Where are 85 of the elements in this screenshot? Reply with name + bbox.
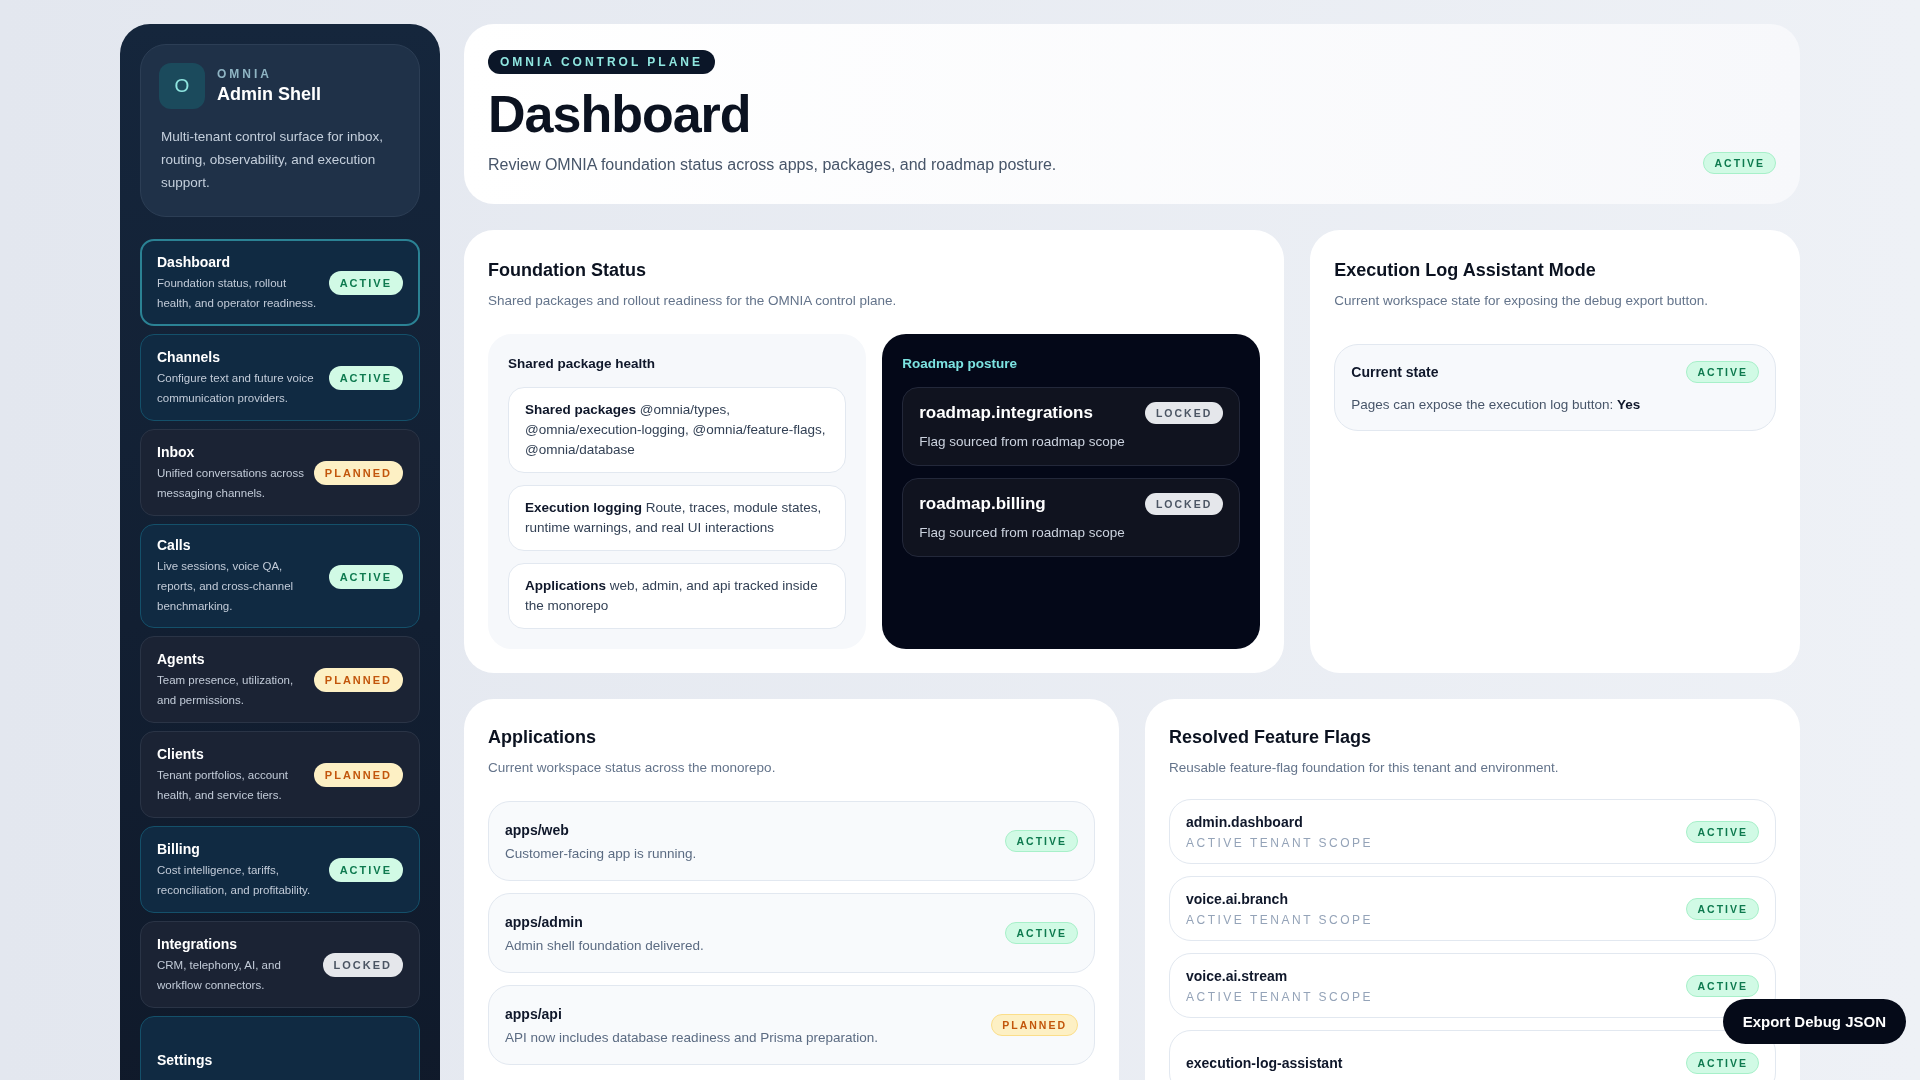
status-badge: ACTIVE bbox=[328, 564, 403, 589]
flag-name: voice.ai.branch bbox=[1186, 890, 1289, 907]
nav-item[interactable]: Dashboard Foundation status, rollout health, and operator readiness. ACTIVE bbox=[140, 239, 420, 326]
card-title: Execution Log Assistant Mode bbox=[1334, 260, 1597, 281]
card-subtitle: Current workspace state for exposing the debug export button. bbox=[1334, 293, 1710, 308]
nav-label: Agents bbox=[157, 650, 206, 667]
flag-name: execution-log-assistant bbox=[1186, 1054, 1343, 1071]
status-badge: LOCKED bbox=[1144, 402, 1224, 424]
nav-label: Dashboard bbox=[157, 253, 232, 270]
app-name: apps/web bbox=[505, 821, 570, 838]
brand-description: Multi-tenant control surface for inbox, routing, observability, and execution support. bbox=[161, 128, 385, 192]
app-description: API now includes database readiness and Prisma preparation. bbox=[505, 1029, 878, 1045]
flag-name: voice.ai.stream bbox=[1186, 967, 1289, 984]
status-badge: ACTIVE bbox=[328, 271, 403, 295]
flag-scope: ACTIVE TENANT SCOPE bbox=[1186, 835, 1374, 850]
status-badge: ACTIVE bbox=[1686, 974, 1759, 997]
status-badge: PLANNED bbox=[991, 1014, 1078, 1036]
nav-label: Inbox bbox=[157, 443, 196, 460]
status-badge: ACTIVE bbox=[1686, 897, 1759, 920]
status-badge: ACTIVE bbox=[1686, 361, 1759, 383]
page-subtitle: Review OMNIA foundation status across apps, packages, and roadmap posture. bbox=[488, 156, 1057, 174]
brand-eyebrow: OMNIA bbox=[217, 67, 273, 81]
nav-description: Unified conversations across messaging channels. bbox=[157, 465, 305, 501]
card-title: Foundation Status bbox=[488, 260, 647, 281]
roadmap-description: Flag sourced from roadmap scope bbox=[919, 434, 1126, 449]
app-description: Admin shell foundation delivered. bbox=[505, 937, 704, 953]
nav-item[interactable]: Agents Team presence, utilization, and permissions. PLANNED bbox=[140, 636, 420, 723]
state-label: Current state bbox=[1351, 364, 1439, 380]
roadmap-flag-name: roadmap.integrations bbox=[919, 403, 1093, 423]
app-name: apps/admin bbox=[505, 913, 584, 930]
nav-item[interactable]: Integrations CRM, telephony, AI, and workflow connectors. LOCKED bbox=[140, 921, 420, 1008]
nav-item[interactable]: Clients Tenant portfolios, account health, and service tiers. PLANNED bbox=[140, 731, 420, 818]
state-detail: Pages can expose the execution log button: Yes bbox=[1351, 397, 1642, 412]
app-description: Customer-facing app is running. bbox=[505, 845, 697, 861]
panel-title: Roadmap posture bbox=[902, 356, 1018, 371]
nav-label: Calls bbox=[157, 537, 192, 553]
status-badge: ACTIVE bbox=[1703, 152, 1776, 174]
nav-item[interactable]: Billing Cost intelligence, tariffs, reconciliation, and profitability. ACTIVE bbox=[140, 826, 420, 913]
status-badge: ACTIVE bbox=[1005, 922, 1078, 944]
nav-description: CRM, telephony, AI, and workflow connectors. bbox=[157, 957, 282, 993]
card-subtitle: Shared packages and rollout readiness for the OMNIA control plane. bbox=[488, 293, 898, 308]
package-text: Shared packages @omnia/types, @omnia/execution-logging, @omnia/feature-flags, @omnia/database bbox=[525, 402, 826, 457]
status-badge: ACTIVE bbox=[1686, 820, 1759, 843]
card-subtitle: Reusable feature-flag foundation for this tenant and environment. bbox=[1169, 760, 1560, 775]
card-title: Resolved Feature Flags bbox=[1169, 727, 1373, 748]
nav-item[interactable]: Channels Configure text and future voice communication providers. ACTIVE bbox=[140, 334, 420, 421]
roadmap-description: Flag sourced from roadmap scope bbox=[919, 525, 1126, 540]
panel-title: Shared package health bbox=[508, 356, 657, 371]
nav-item[interactable]: Calls Live sessions, voice QA, reports, and cross-channel benchmarking. ACTIVE bbox=[140, 524, 420, 628]
card-subtitle: Current workspace status across the monorepo. bbox=[488, 760, 777, 775]
nav-label: Channels bbox=[157, 348, 221, 365]
status-badge: LOCKED bbox=[322, 953, 403, 977]
nav-item[interactable]: Inbox Unified conversations across messaging channels. PLANNED bbox=[140, 429, 420, 516]
flag-name: admin.dashboard bbox=[1186, 813, 1304, 830]
status-badge: PLANNED bbox=[313, 763, 403, 787]
status-badge: LOCKED bbox=[1144, 493, 1224, 515]
package-text: Execution logging Route, traces, module states, runtime warnings, and real UI interactions bbox=[525, 500, 822, 535]
flag-scope: ACTIVE TENANT SCOPE bbox=[1186, 912, 1374, 927]
nav-label: Settings bbox=[157, 1052, 214, 1068]
card-title: Applications bbox=[488, 727, 597, 748]
flag-scope: ACTIVE TENANT SCOPE bbox=[1186, 989, 1374, 1004]
nav-description: Tenant portfolios, account health, and service tiers. bbox=[157, 767, 290, 803]
nav-description: Foundation status, rollout health, and operator readiness. bbox=[157, 275, 318, 311]
nav-description: Cost intelligence, tariffs, reconciliation, and profitability. bbox=[157, 862, 312, 898]
logo-mark: O bbox=[159, 63, 205, 109]
nav-item[interactable]: Settings bbox=[140, 1016, 420, 1080]
status-badge: ACTIVE bbox=[328, 858, 403, 882]
brand-title: Admin Shell bbox=[217, 84, 321, 105]
package-text: Applications web, admin, and api tracked inside the monorepo bbox=[525, 578, 818, 613]
roadmap-flag-name: roadmap.billing bbox=[919, 494, 1046, 514]
nav-label: Billing bbox=[157, 840, 201, 857]
nav-label: Clients bbox=[157, 745, 205, 762]
status-badge: PLANNED bbox=[313, 461, 403, 485]
eyebrow-pill: OMNIA CONTROL PLANE bbox=[488, 50, 715, 74]
app-name: apps/api bbox=[505, 1005, 563, 1022]
nav-description: Live sessions, voice QA, reports, and cross-channel benchmarking. bbox=[157, 559, 295, 614]
status-badge: PLANNED bbox=[313, 668, 403, 692]
status-badge: ACTIVE bbox=[1686, 1051, 1759, 1074]
status-badge: ACTIVE bbox=[328, 366, 403, 390]
nav-label: Integrations bbox=[157, 935, 239, 952]
nav-description: Team presence, utilization, and permissions. bbox=[157, 672, 295, 708]
export-debug-button[interactable]: Export Debug JSON bbox=[1722, 999, 1906, 1044]
nav-description: Configure text and future voice communication providers. bbox=[157, 370, 315, 406]
status-badge: ACTIVE bbox=[1005, 830, 1078, 852]
page-title: Dashboard bbox=[488, 84, 752, 144]
